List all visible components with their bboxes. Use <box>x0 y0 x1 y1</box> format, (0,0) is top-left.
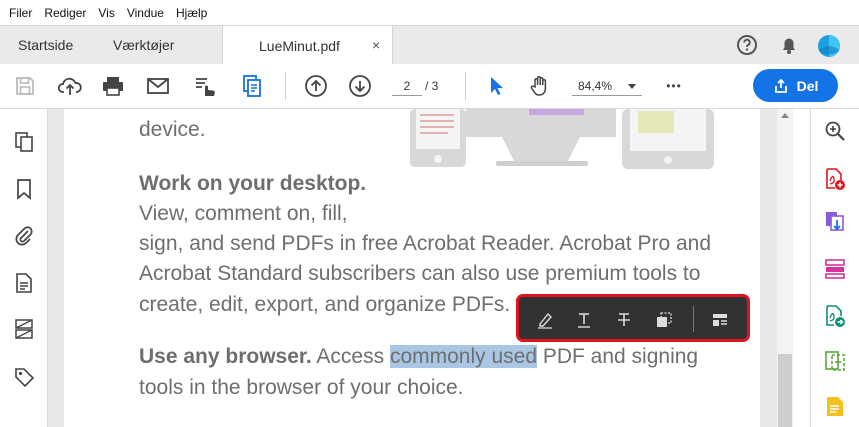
select-cursor-icon[interactable] <box>482 72 510 100</box>
doc-desktop-line-1: View, comment on, fill, <box>139 202 348 225</box>
doc-browser-pre: Access <box>311 345 390 368</box>
menu-help[interactable]: Hjælp <box>176 6 207 20</box>
close-tab-button[interactable]: × <box>372 37 380 53</box>
doc-heading-desktop-text: Work on your desktop. <box>139 172 367 195</box>
doc-line-device: device. <box>139 118 206 141</box>
page-thumbnails-icon[interactable] <box>12 130 36 154</box>
share-icon <box>774 78 787 93</box>
toolbar-options-icon[interactable] <box>709 309 731 331</box>
combine-files-icon[interactable] <box>823 210 847 234</box>
help-icon[interactable] <box>736 34 758 61</box>
devices-illustration <box>410 109 714 169</box>
email-icon[interactable] <box>144 72 172 100</box>
doc-heading-browser: Use any browser. <box>139 345 312 368</box>
layers-icon[interactable] <box>12 317 36 341</box>
doc-heading-desktop: Work on your desktop. <box>139 169 366 199</box>
copy-text-icon[interactable] <box>653 309 675 331</box>
chevron-down-icon <box>628 84 636 89</box>
tab-tools[interactable]: Værktøjer <box>113 26 174 64</box>
zoom-value: 84,4% <box>578 79 613 93</box>
hand-tool-icon[interactable] <box>526 72 554 100</box>
account-avatar[interactable] <box>817 34 841 63</box>
toolbar-divider <box>465 72 466 100</box>
scrollbar-thumb[interactable] <box>778 354 792 427</box>
highlight-text-icon[interactable] <box>534 309 556 331</box>
print-icon[interactable] <box>99 72 127 100</box>
share-label: Del <box>796 77 819 94</box>
scroll-up-arrow-icon[interactable] <box>781 113 789 118</box>
edit-pdf-icon[interactable] <box>823 349 847 373</box>
page-number-input[interactable]: 2 <box>392 76 422 96</box>
menu-window[interactable]: Vindue <box>127 6 164 20</box>
tab-document-label: LueMinut.pdf <box>259 37 340 54</box>
export-pdf-icon[interactable] <box>823 304 847 328</box>
cloud-upload-icon[interactable] <box>56 72 84 100</box>
document-icon[interactable] <box>12 271 36 295</box>
doc-browser-line-1: Use any browser. Access commonly used PD… <box>139 342 698 372</box>
main-toolbar: 2 / 3 84,4% ••• Del <box>0 64 859 109</box>
save-icon[interactable] <box>11 72 39 100</box>
tag-icon[interactable] <box>12 365 36 389</box>
tab-home[interactable]: Startside <box>18 26 73 64</box>
text-selection-toolbar <box>516 294 750 342</box>
selected-text-highlight[interactable]: commonly used <box>389 345 538 368</box>
menu-view[interactable]: Vis <box>98 6 114 20</box>
doc-desktop-line-2: sign, and send PDFs in free Acrobat Read… <box>139 232 712 255</box>
right-tools-rail <box>810 109 859 427</box>
doc-browser-line-2: tools in the browser of your choice. <box>139 376 464 399</box>
bell-icon[interactable] <box>778 34 800 61</box>
doc-browser-post: PDF and signing <box>537 345 699 368</box>
strikethrough-text-icon[interactable] <box>613 309 635 331</box>
organize-pages-icon[interactable] <box>238 72 266 100</box>
tab-bar: Startside Værktøjer LueMinut.pdf × <box>0 25 859 65</box>
doc-desktop-line-4: create, edit, export, and organize PDFs. <box>139 293 511 316</box>
left-navigation-rail <box>0 109 48 427</box>
zoom-search-icon[interactable] <box>823 119 847 143</box>
vertical-scrollbar[interactable] <box>777 109 793 427</box>
underline-text-icon[interactable] <box>573 309 595 331</box>
next-page-icon[interactable] <box>346 72 374 100</box>
more-tools-button[interactable]: ••• <box>660 72 688 100</box>
menu-file[interactable]: Filer <box>9 6 32 20</box>
page-total: / 3 <box>425 79 439 93</box>
menu-edit[interactable]: Rediger <box>44 6 86 20</box>
menu-bar: Filer Rediger Vis Vindue Hjælp <box>0 0 859 25</box>
attachment-icon[interactable] <box>12 223 36 247</box>
doc-desktop-line-3: Acrobat Standard subscribers can also us… <box>139 262 701 285</box>
comment-icon[interactable] <box>823 395 847 419</box>
toolbar-divider <box>285 72 286 100</box>
bookmark-icon[interactable] <box>12 177 36 201</box>
pdf-page: device. Work on your desktop. View, comm… <box>64 109 760 427</box>
create-pdf-icon[interactable] <box>823 167 847 191</box>
share-button[interactable]: Del <box>753 69 838 102</box>
organize-pages-tool-icon[interactable] <box>823 257 847 281</box>
previous-page-icon[interactable] <box>302 72 330 100</box>
tab-document[interactable]: LueMinut.pdf <box>222 26 393 65</box>
zoom-select[interactable]: 84,4% <box>572 76 642 96</box>
toolbar-divider <box>693 306 694 332</box>
fill-sign-icon[interactable] <box>192 72 220 100</box>
